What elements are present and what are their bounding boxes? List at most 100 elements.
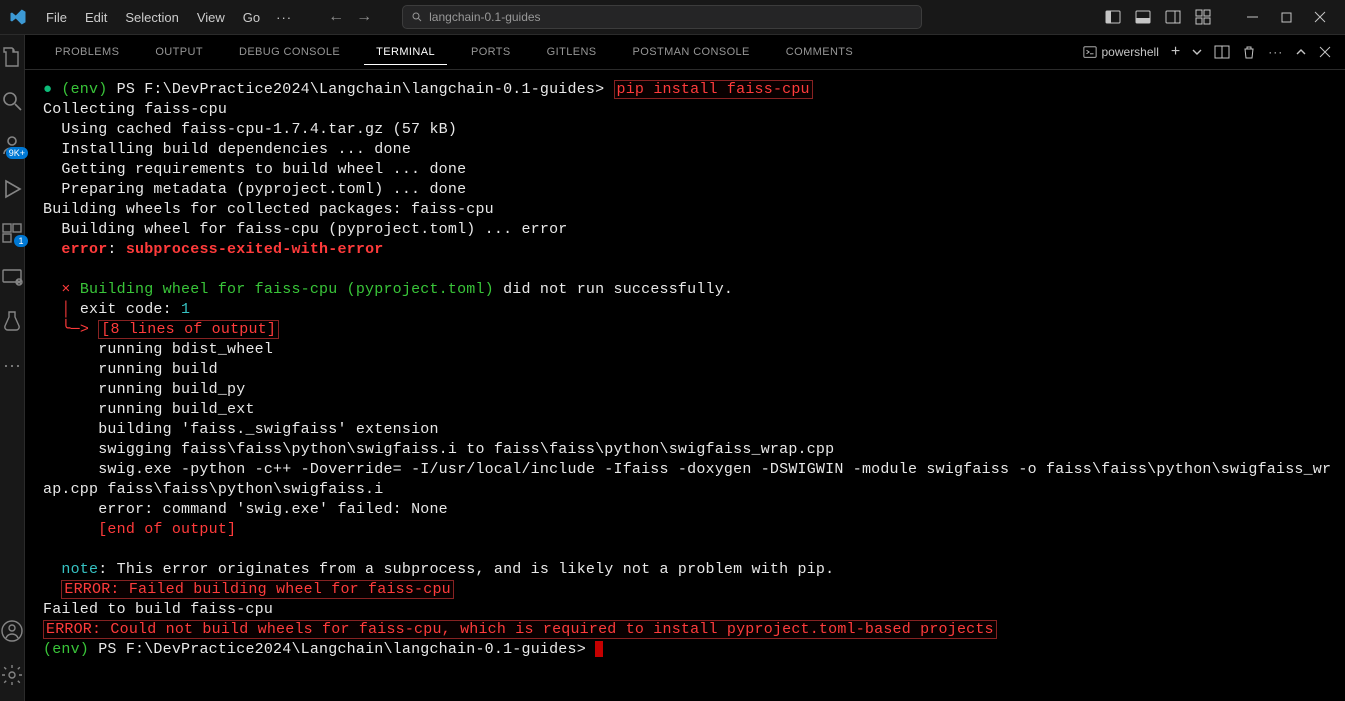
- menu-selection[interactable]: Selection: [117, 6, 186, 29]
- out-error-label: error: [61, 241, 107, 258]
- out-run7b: ap.cpp faiss\faiss\python\swigfaiss.i: [43, 481, 383, 498]
- title-bar: File Edit Selection View Go ··· ← → lang…: [0, 0, 1345, 35]
- vscode-logo: [8, 7, 28, 27]
- out-end-output: [end of output]: [98, 521, 236, 538]
- command-center[interactable]: langchain-0.1-guides: [402, 5, 922, 29]
- out-x: ×: [61, 281, 70, 298]
- more-activity-icon[interactable]: ···: [0, 353, 24, 377]
- out-run1: running bdist_wheel: [98, 341, 273, 358]
- out-error-msg: subprocess-exited-with-error: [126, 241, 384, 258]
- remote-icon[interactable]: [0, 265, 24, 289]
- window-minimize[interactable]: [1245, 10, 1259, 24]
- prompt-ps: PS: [117, 81, 135, 98]
- out-collecting: Collecting faiss-cpu: [43, 101, 227, 118]
- panel-area: PROBLEMS OUTPUT DEBUG CONSOLE TERMINAL P…: [25, 35, 1345, 701]
- out-run4: running build_ext: [98, 401, 254, 418]
- split-terminal-icon[interactable]: [1214, 45, 1230, 59]
- shell-name-text: powershell: [1102, 45, 1159, 59]
- settings-gear-icon[interactable]: [0, 663, 24, 687]
- prompt2-cwd: F:\DevPractice2024\Langchain\langchain-0…: [126, 641, 586, 658]
- out-get-req: Getting requirements to build wheel ... …: [61, 161, 466, 178]
- out-run8: error: command 'swig.exe' failed: None: [98, 501, 448, 518]
- prompt2-env: (env): [43, 641, 89, 658]
- prompt2-ps: PS: [98, 641, 116, 658]
- terminal-cursor: [595, 641, 603, 657]
- kill-terminal-icon[interactable]: [1242, 45, 1256, 59]
- run-debug-icon[interactable]: [0, 177, 24, 201]
- layout-sidebar-right-icon[interactable]: [1165, 9, 1181, 25]
- out-eight-lines: [8 lines of output]: [98, 320, 279, 339]
- tab-gitlens[interactable]: GITLENS: [535, 40, 609, 64]
- menu-file[interactable]: File: [38, 6, 75, 29]
- menu-bar: File Edit Selection View Go ···: [38, 6, 298, 29]
- terminal-dropdown-icon[interactable]: [1192, 47, 1202, 57]
- tab-problems[interactable]: PROBLEMS: [43, 40, 131, 64]
- out-err-final: ERROR: Could not build wheels for faiss-…: [43, 620, 997, 639]
- out-note-msg: : This error originates from a subproces…: [98, 561, 834, 578]
- testing-icon[interactable]: [0, 309, 24, 333]
- prompt-env: (env): [61, 81, 107, 98]
- menu-go[interactable]: Go: [235, 6, 268, 29]
- terminal-status-dot: ●: [43, 81, 52, 98]
- tab-comments[interactable]: COMMENTS: [774, 40, 865, 64]
- out-building-wheel: Building wheel for faiss-cpu (pyproject.…: [61, 221, 567, 238]
- out-build-fail-pre: Building wheel for faiss-cpu (pyproject.…: [80, 281, 494, 298]
- window-close[interactable]: [1313, 10, 1327, 24]
- nav-forward-icon[interactable]: →: [356, 8, 372, 26]
- tab-postman-console[interactable]: POSTMAN CONSOLE: [621, 40, 762, 64]
- accounts-icon[interactable]: [0, 619, 24, 643]
- out-run5: building 'faiss._swigfaiss' extension: [98, 421, 438, 438]
- typed-command: pip install faiss-cpu: [614, 80, 813, 99]
- profile-activity-icon[interactable]: 9K+: [0, 133, 24, 157]
- titlebar-right: [1105, 9, 1337, 25]
- activity-bar: 9K+ 1 ···: [0, 35, 25, 701]
- command-center-text: langchain-0.1-guides: [429, 10, 540, 24]
- out-arrow: ╰─>: [61, 321, 89, 338]
- out-run6: swigging faiss\faiss\python\swigfaiss.i …: [98, 441, 834, 458]
- profile-badge: 9K+: [6, 147, 28, 159]
- tab-output[interactable]: OUTPUT: [143, 40, 215, 64]
- tab-ports[interactable]: PORTS: [459, 40, 523, 64]
- extensions-icon[interactable]: 1: [0, 221, 24, 245]
- extensions-badge: 1: [14, 235, 28, 247]
- panel-maximize-icon[interactable]: [1295, 46, 1307, 58]
- out-err-failed: ERROR: Failed building wheel for faiss-c…: [61, 580, 453, 599]
- out-building-wheels: Building wheels for collected packages: …: [43, 201, 494, 218]
- tab-debug-console[interactable]: DEBUG CONSOLE: [227, 40, 352, 64]
- search-icon: [411, 11, 423, 23]
- out-pipe: │: [61, 301, 70, 318]
- out-failed-build: Failed to build faiss-cpu: [43, 601, 273, 618]
- panel-right-controls: powershell + ···: [1083, 43, 1345, 61]
- search-activity-icon[interactable]: [0, 89, 24, 113]
- out-run7a: swig.exe -python -c++ -Doverride= -I/usr…: [98, 461, 1331, 478]
- layout-sidebar-left-icon[interactable]: [1105, 9, 1121, 25]
- out-install-deps: Installing build dependencies ... done: [61, 141, 411, 158]
- menu-view[interactable]: View: [189, 6, 233, 29]
- terminal-output[interactable]: ● (env) PS F:\DevPractice2024\Langchain\…: [25, 70, 1345, 701]
- out-cached: Using cached faiss-cpu-1.7.4.tar.gz (57 …: [61, 121, 457, 138]
- panel-tabs: PROBLEMS OUTPUT DEBUG CONSOLE TERMINAL P…: [25, 35, 1345, 70]
- terminal-shell-icon: [1083, 45, 1097, 59]
- nav-back-icon[interactable]: ←: [328, 8, 344, 26]
- new-terminal-icon[interactable]: +: [1171, 43, 1180, 61]
- window-maximize[interactable]: [1279, 10, 1293, 24]
- nav-arrows: ← →: [328, 8, 372, 26]
- out-prep-meta: Preparing metadata (pyproject.toml) ... …: [61, 181, 466, 198]
- out-run2: running build: [98, 361, 218, 378]
- prompt-cwd: F:\DevPractice2024\Langchain\langchain-0…: [144, 81, 604, 98]
- menu-more[interactable]: ···: [270, 6, 298, 29]
- panel-more-icon[interactable]: ···: [1268, 45, 1283, 59]
- customize-layout-icon[interactable]: [1195, 9, 1211, 25]
- terminal-shell-label[interactable]: powershell: [1083, 45, 1159, 59]
- out-exit-code: 1: [181, 301, 190, 318]
- out-build-fail-post: did not run successfully.: [494, 281, 733, 298]
- out-note-label: note: [61, 561, 98, 578]
- panel-close-icon[interactable]: [1319, 46, 1331, 58]
- layout-panel-icon[interactable]: [1135, 9, 1151, 25]
- explorer-icon[interactable]: [0, 45, 24, 69]
- tab-terminal[interactable]: TERMINAL: [364, 40, 447, 65]
- main-area: 9K+ 1 ··· PROBLEMS OUTPUT DEBUG: [0, 35, 1345, 701]
- out-exit-code-label: exit code:: [80, 301, 181, 318]
- out-run3: running build_py: [98, 381, 245, 398]
- menu-edit[interactable]: Edit: [77, 6, 115, 29]
